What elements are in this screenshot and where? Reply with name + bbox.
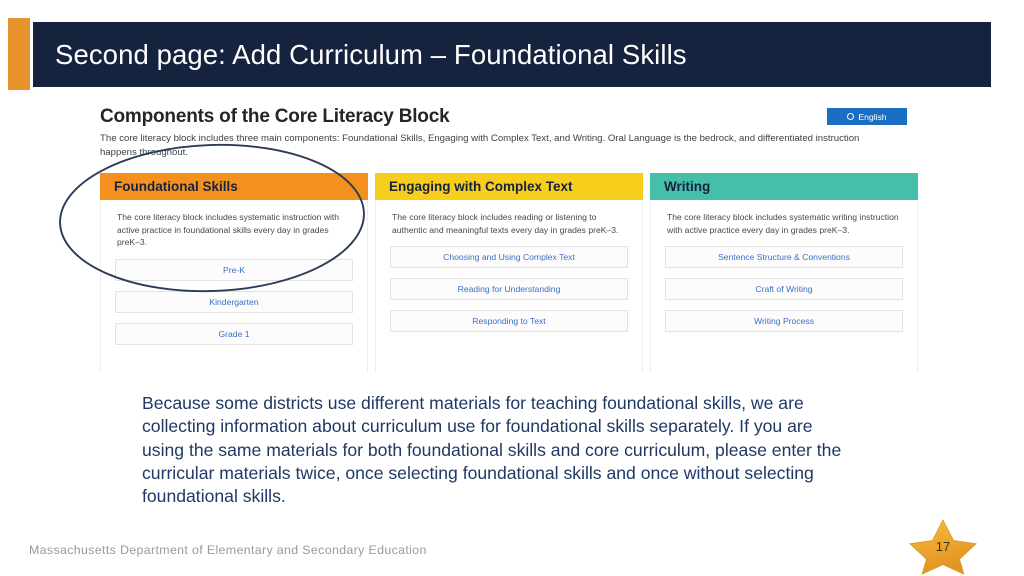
column-writing: Writing The core literacy block includes… [650, 173, 918, 372]
list-item[interactable]: Grade 1 [115, 322, 353, 345]
list-item[interactable]: Kindergarten [115, 290, 353, 313]
page-number: 17 [935, 539, 951, 554]
list-item[interactable]: Responding to Text [390, 310, 628, 333]
column-header: Engaging with Complex Text [375, 173, 643, 200]
column-description: The core literacy block includes systema… [667, 212, 899, 235]
column-button-list: Choosing and Using Complex Text Reading … [376, 240, 642, 333]
circle-icon [847, 113, 855, 120]
list-item[interactable]: Reading for Understanding [390, 278, 628, 301]
column-title: Writing [664, 179, 711, 194]
column-body: The core literacy block includes reading… [375, 200, 643, 372]
column-body: The core literacy block includes systema… [100, 200, 368, 372]
column-header: Writing [650, 173, 918, 200]
embedded-heading: Components of the Core Literacy Block [100, 106, 450, 127]
column-body: The core literacy block includes systema… [650, 200, 918, 372]
column-description: The core literacy block includes systema… [117, 212, 340, 248]
column-button-list: Sentence Structure & Conventions Craft o… [651, 240, 917, 333]
title-accent-bar [8, 18, 30, 90]
list-item[interactable]: Writing Process [665, 310, 903, 333]
column-header: Foundational Skills [100, 173, 368, 200]
column-foundational-skills: Foundational Skills The core literacy bl… [100, 173, 368, 372]
body-paragraph: Because some districts use different mat… [142, 393, 842, 507]
column-engaging-with-complex-text: Engaging with Complex Text The core lite… [375, 173, 643, 372]
embedded-screenshot-panel: Components of the Core Literacy Block Th… [96, 100, 922, 372]
column-title: Engaging with Complex Text [389, 179, 573, 194]
footer-organization: Massachusetts Department of Elementary a… [29, 543, 427, 557]
column-button-list: Pre-K Kindergarten Grade 1 [101, 253, 367, 345]
list-item[interactable]: Craft of Writing [665, 278, 903, 301]
language-badge-label: English [858, 111, 887, 122]
embedded-subtitle: The core literacy block includes three m… [100, 133, 860, 158]
language-badge-english[interactable]: English [827, 108, 907, 125]
list-item[interactable]: Choosing and Using Complex Text [390, 246, 628, 269]
list-item[interactable]: Sentence Structure & Conventions [665, 246, 903, 269]
list-item[interactable]: Pre-K [115, 258, 353, 281]
page-title: Second page: Add Curriculum – Foundation… [55, 39, 687, 70]
column-title: Foundational Skills [114, 179, 238, 194]
column-description: The core literacy block includes reading… [392, 212, 619, 235]
